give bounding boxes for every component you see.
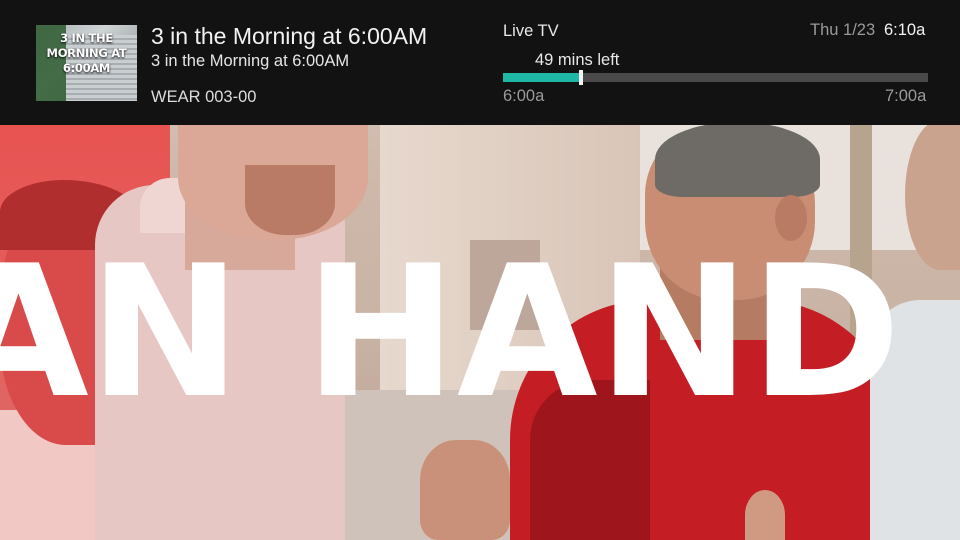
channel-label: WEAR 003-00 (151, 88, 257, 106)
gesturing-hand (745, 490, 785, 540)
current-date: Thu 1/23 (810, 21, 876, 39)
time-remaining: 49 mins left (535, 51, 620, 69)
live-tv-label: Live TV (503, 22, 559, 40)
program-start-time: 6:00a (503, 87, 545, 105)
progress-fill (503, 73, 581, 82)
video-overlay-text: AN HAND (0, 226, 902, 438)
program-title: 3 in the Morning at 6:00AM (151, 23, 428, 49)
red-polo-person-hair (655, 122, 820, 197)
pink-shirt-person-beard (245, 165, 335, 235)
program-info-bar: 3 IN THE MORNING AT 6:00AM 3 in the Morn… (0, 0, 960, 125)
gesturing-hand (420, 440, 510, 540)
progress-track[interactable] (503, 70, 928, 85)
program-end-time: 7:00a (885, 87, 927, 105)
progress-marker[interactable] (578, 70, 583, 85)
episode-title: 3 in the Morning at 6:00AM (151, 52, 350, 70)
program-thumbnail: 3 IN THE MORNING AT 6:00AM (36, 25, 137, 101)
thumbnail-title: 3 IN THE MORNING AT 6:00AM (46, 31, 127, 75)
current-time: 6:10a (884, 21, 926, 39)
